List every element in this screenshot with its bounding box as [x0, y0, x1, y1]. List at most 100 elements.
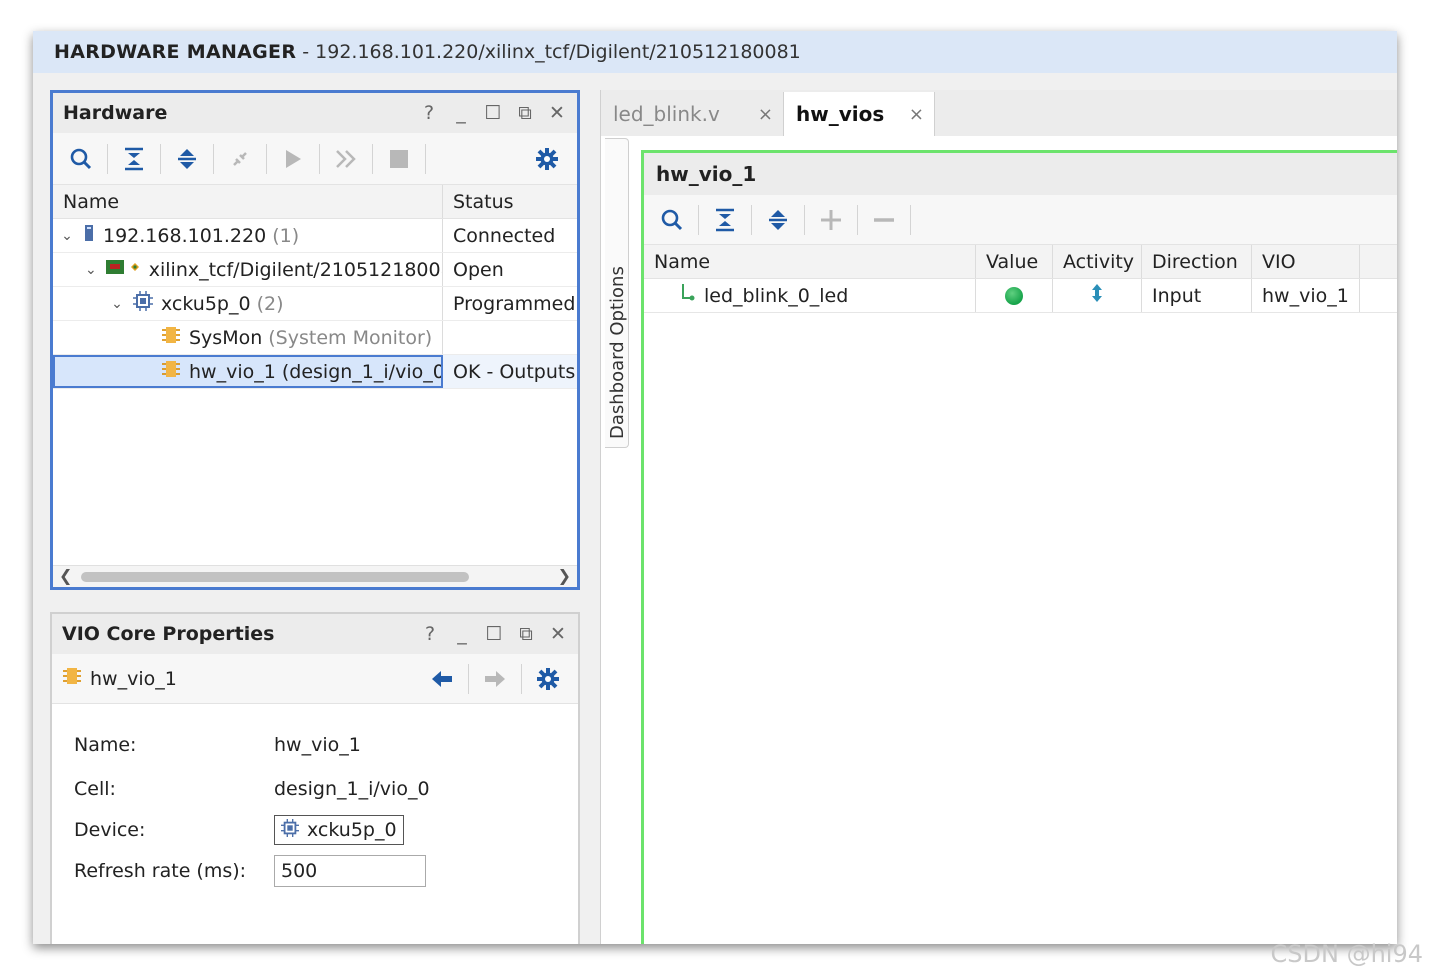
cell-label: Cell: [74, 778, 116, 800]
debug-core-icon [62, 666, 82, 691]
expand-all-icon[interactable] [169, 141, 205, 177]
tree-item-label: xcku5p_0 [161, 292, 251, 315]
probe-name: led_blink_0_led [704, 284, 849, 307]
column-header-status[interactable]: Status [443, 185, 577, 218]
tree-item-status: Programmed [453, 292, 576, 315]
device-link[interactable]: xcku5p_0 [274, 815, 404, 845]
server-icon [83, 224, 95, 247]
hardware-manager-window: HARDWARE MANAGER - 192.168.101.220/xilin… [33, 31, 1397, 944]
stop-icon[interactable] [381, 141, 417, 177]
chevron-down-icon[interactable]: ⌄ [109, 296, 125, 312]
editor-area: led_blink.v × hw_vios × Dashboard Option… [600, 90, 1397, 944]
probe-input-icon [680, 283, 696, 308]
chevron-down-icon[interactable]: ⌄ [85, 262, 97, 278]
vio-view-toolbar [644, 195, 1397, 245]
collapse-all-icon[interactable] [116, 141, 152, 177]
scroll-right-icon[interactable]: ❯ [558, 566, 571, 585]
debug-core-icon [161, 325, 181, 350]
maximize-icon[interactable]: ☐ [484, 623, 504, 645]
search-icon[interactable] [654, 202, 690, 238]
probe-vio: hw_vio_1 [1252, 279, 1360, 312]
column-header-activity[interactable]: Activity [1053, 245, 1142, 278]
hardware-toolbar [53, 133, 577, 185]
refresh-rate-input[interactable]: 500 [274, 855, 426, 887]
tree-item-count: (1) [272, 224, 300, 247]
board-icon [105, 258, 141, 281]
float-icon[interactable]: ⧉ [516, 623, 536, 645]
tree-item-label: hw_vio_1 (design_1_i/vio_0) [189, 360, 443, 383]
tree-item-label: SysMon [189, 326, 263, 349]
close-icon[interactable]: ✕ [547, 102, 567, 124]
name-value: hw_vio_1 [274, 734, 361, 756]
tab-label: hw_vios [796, 102, 885, 126]
device-value: xcku5p_0 [307, 819, 397, 841]
tree-row-sysmon[interactable]: SysMon (System Monitor) [53, 321, 577, 355]
column-header-value[interactable]: Value [976, 245, 1053, 278]
probe-row[interactable]: led_blink_0_led Input hw_vio_1 [644, 279, 1397, 313]
debug-core-icon [161, 359, 181, 384]
tab-label: led_blink.v [613, 102, 720, 126]
tree-item-label: xilinx_tcf/Digilent/210512180081 [148, 258, 443, 281]
back-arrow-icon[interactable] [424, 661, 460, 697]
tree-row-server[interactable]: ⌄ 192.168.101.220 (1) Connected [53, 219, 577, 253]
vio-dashboard-view: hw_vio_1 Name Value Activity Direction V… [641, 150, 1397, 944]
close-tab-icon[interactable]: × [758, 104, 773, 125]
auto-connect-icon[interactable] [222, 141, 258, 177]
device-label: Device: [74, 819, 146, 841]
column-header-vio[interactable]: VIO [1252, 245, 1360, 278]
activity-toggle-icon [1090, 283, 1104, 308]
help-icon[interactable]: ? [420, 623, 440, 645]
horizontal-scrollbar[interactable]: ❮ ❯ [53, 565, 577, 587]
collapse-all-icon[interactable] [707, 202, 743, 238]
forward-arrow-icon[interactable] [477, 661, 513, 697]
help-icon[interactable]: ? [419, 102, 439, 124]
hardware-panel: Hardware ? _ ☐ ⧉ ✕ Name Status ⌄ 192.168… [50, 90, 580, 590]
tree-row-hw-vio[interactable]: hw_vio_1 (design_1_i/vio_0) OK - Outputs… [53, 355, 577, 389]
maximize-icon[interactable]: ☐ [483, 102, 503, 124]
chip-icon [281, 818, 299, 842]
tab-hw-vios[interactable]: hw_vios × [783, 92, 935, 136]
vio-grid-header: Name Value Activity Direction VIO [644, 245, 1397, 279]
search-icon[interactable] [63, 141, 99, 177]
column-header-name[interactable]: Name [644, 245, 976, 278]
column-header-name[interactable]: Name [53, 185, 443, 218]
remove-probe-icon[interactable] [866, 202, 902, 238]
settings-gear-icon[interactable] [530, 661, 566, 697]
cell-value: design_1_i/vio_0 [274, 778, 430, 800]
tree-row-device[interactable]: ⌄ xcku5p_0 (2) Programmed [53, 287, 577, 321]
tab-led-blink[interactable]: led_blink.v × [601, 92, 783, 136]
float-icon[interactable]: ⧉ [515, 102, 535, 124]
vio-view-title: hw_vio_1 [644, 153, 1397, 195]
watermark: CSDN @hi94 [1270, 940, 1423, 968]
tree-item-description: (System Monitor) [268, 326, 433, 349]
tree-item-status [443, 321, 577, 354]
minimize-icon[interactable]: _ [451, 102, 471, 124]
minimize-icon[interactable]: _ [452, 623, 472, 645]
run-trigger-icon[interactable] [275, 141, 311, 177]
vio-properties-toolbar: hw_vio_1 [52, 654, 578, 704]
tree-item-status: Open [453, 258, 504, 281]
name-label: Name: [74, 734, 137, 756]
scrollbar-thumb[interactable] [81, 572, 469, 582]
run-immediate-icon[interactable] [328, 141, 364, 177]
tree-item-count: (2) [256, 292, 284, 315]
tree-item-status: Connected [453, 224, 556, 247]
tree-row-target[interactable]: ⌄ xilinx_tcf/Digilent/210512180081 Open [53, 253, 577, 287]
hardware-panel-header: Hardware ? _ ☐ ⧉ ✕ [53, 93, 577, 133]
title-path: - 192.168.101.220/xilinx_tcf/Digilent/21… [302, 41, 801, 63]
close-tab-icon[interactable]: × [909, 104, 924, 125]
selected-object-name: hw_vio_1 [90, 667, 177, 690]
editor-tabs: led_blink.v × hw_vios × [601, 90, 1397, 136]
chevron-down-icon[interactable]: ⌄ [59, 228, 75, 244]
vio-properties-title: VIO Core Properties [62, 623, 275, 645]
vio-core-properties-panel: VIO Core Properties ? _ ☐ ⧉ ✕ hw_vio_1 N… [50, 612, 580, 944]
expand-all-icon[interactable] [760, 202, 796, 238]
scroll-left-icon[interactable]: ❮ [59, 566, 72, 585]
dashboard-options-toggle[interactable]: Dashboard Options [605, 138, 629, 448]
close-icon[interactable]: ✕ [548, 623, 568, 645]
column-header-direction[interactable]: Direction [1142, 245, 1252, 278]
title-label: HARDWARE MANAGER [54, 41, 297, 63]
add-probe-icon[interactable] [813, 202, 849, 238]
settings-gear-icon[interactable] [529, 141, 565, 177]
vio-properties-form: Name: hw_vio_1 Cell: design_1_i/vio_0 De… [52, 704, 578, 890]
